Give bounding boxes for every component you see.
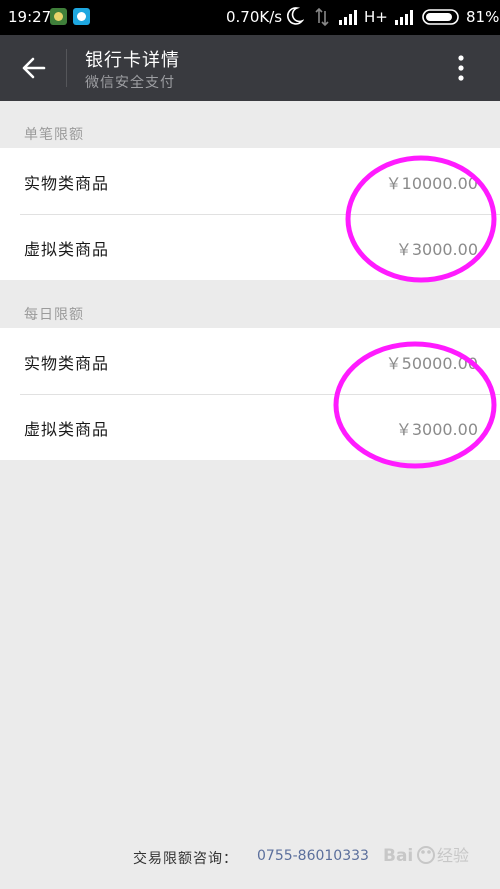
row-label: 虚拟类商品 xyxy=(24,240,110,259)
network-speed: 0.70K/s xyxy=(226,8,283,26)
section-label-daily-limit: 每日限额 xyxy=(24,307,84,323)
list-item: 虚拟类商品 ￥3000.00 xyxy=(0,394,500,460)
row-value: ￥50000.00 xyxy=(385,354,478,373)
header-divider xyxy=(66,49,67,87)
battery-percent: 81% xyxy=(466,8,500,26)
section-label-single-limit: 单笔限额 xyxy=(24,127,84,143)
row-value: ￥3000.00 xyxy=(395,420,478,439)
row-label: 虚拟类商品 xyxy=(24,420,110,439)
svg-text:Bai: Bai xyxy=(383,846,413,866)
row-label: 实物类商品 xyxy=(24,354,110,373)
page-title: 银行卡详情 xyxy=(85,50,180,71)
app-icon xyxy=(73,8,90,25)
status-time: 19:27 xyxy=(8,8,52,26)
more-button[interactable] xyxy=(448,50,474,86)
list-item: 实物类商品 ￥50000.00 xyxy=(0,328,500,395)
data-arrows-icon xyxy=(313,7,331,31)
back-arrow-icon xyxy=(22,57,46,79)
network-type: H+ xyxy=(364,8,388,26)
single-limit-group: 实物类商品 ￥10000.00 虚拟类商品 ￥3000.00 xyxy=(0,148,500,280)
more-vertical-icon xyxy=(458,55,464,81)
page-subtitle: 微信安全支付 xyxy=(85,75,175,91)
list-item: 虚拟类商品 ￥3000.00 xyxy=(0,214,500,280)
baidu-jingyan-watermark: Bai 经验 xyxy=(383,846,469,866)
phone-link[interactable]: 0755-86010333 xyxy=(257,848,369,864)
list-item: 实物类商品 ￥10000.00 xyxy=(0,148,500,215)
app-icon xyxy=(50,8,67,25)
signal-icon xyxy=(338,8,360,30)
row-value: ￥10000.00 xyxy=(385,174,478,193)
row-value: ￥3000.00 xyxy=(395,240,478,259)
signal-icon xyxy=(394,8,416,30)
moon-icon xyxy=(286,6,305,30)
battery-icon xyxy=(422,8,462,30)
app-header: 银行卡详情 微信安全支付 xyxy=(0,35,500,101)
status-bar: 19:27 0.70K/s H+ 81% xyxy=(0,0,500,35)
daily-limit-group: 实物类商品 ￥50000.00 虚拟类商品 ￥3000.00 xyxy=(0,328,500,460)
back-button[interactable] xyxy=(14,49,54,87)
row-label: 实物类商品 xyxy=(24,174,110,193)
svg-text:经验: 经验 xyxy=(437,846,469,865)
footer-label: 交易限额咨询： xyxy=(133,851,238,867)
